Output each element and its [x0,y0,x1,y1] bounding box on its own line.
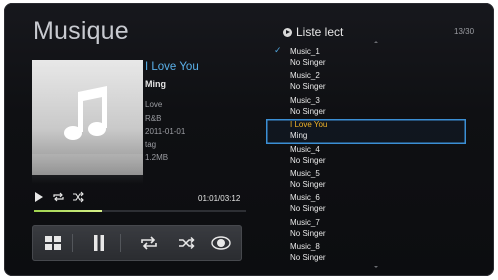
repeat-button[interactable] [138,233,160,253]
shuffle-button[interactable] [176,233,198,253]
playlist-item-title: Music_4 [290,144,320,154]
song-artist: Ming [145,79,166,89]
playlist-item-title: Music_8 [290,242,320,252]
playlist-item[interactable]: Music_7 No Singer [266,217,466,241]
playlist-item[interactable]: Music_8 No Singer [266,241,466,265]
song-tag: tag [145,140,157,149]
screen: Musique I Love You Ming Love R&B 2011-01… [0,0,498,280]
music-note-icon [64,86,107,140]
sound-mode-icon [211,236,231,250]
playlist-item-artist: No Singer [290,82,326,92]
playlist-item-artist: No Singer [290,253,326,263]
progress-fill [34,210,102,212]
playlist-item[interactable]: Music_3 No Singer [266,95,466,119]
playlist-count: 13/30 [454,27,475,36]
play-status-icon [35,192,43,202]
song-title: I Love You [145,61,199,73]
playlist-item-artist: No Singer [290,155,326,165]
playlist-item-title: Music_5 [290,168,320,178]
playlist-item-title: Music_2 [290,71,320,81]
playlist: ✓ Music_1 No Singer Music_2 No Singer Music_3… [266,46,466,266]
playlist-item-artist: No Singer [290,204,326,214]
album-art-reflection [32,154,143,184]
now-playing-check-icon: ✓ [274,46,282,56]
playlist-item-artist: No Singer [290,179,326,189]
grid-menu-icon [45,236,61,250]
playlist-item[interactable]: Music_6 No Singer [266,192,466,216]
song-genre-primary: Love [145,100,163,109]
song-date: 2011-01-01 [145,127,186,136]
playlist-item[interactable]: Music_4 No Singer [266,144,466,168]
menu-button[interactable] [42,233,64,253]
playlist-play-icon [283,28,292,37]
progress-bar[interactable] [34,210,246,212]
playlist-item-artist: No Singer [290,106,326,116]
playlist-item-artist: Ming [290,131,308,141]
playlist-item-artist: No Singer [290,58,326,67]
shuffle-icon [179,236,195,250]
tv-frame: Musique I Love You Ming Love R&B 2011-01… [4,3,494,276]
playlist-title: Liste lect [296,25,344,39]
playlist-item[interactable]: Music_2 No Singer [266,70,466,94]
scroll-up-icon[interactable] [374,41,378,43]
sound-mode-button[interactable] [210,233,232,253]
page-title: Musique [33,17,129,45]
playlist-item-title: I Love You [290,120,328,130]
control-bar [32,225,242,261]
scroll-down-icon[interactable] [374,266,378,268]
shuffle-status-icon [73,191,84,203]
song-genre-secondary: R&B [145,114,162,123]
playlist-item-artist: No Singer [290,228,326,238]
repeat-status-icon [53,192,64,202]
pause-button[interactable] [88,233,110,253]
playlist-item-title: Music_3 [290,95,320,105]
control-divider [120,234,121,252]
playlist-item[interactable]: Music_5 No Singer [266,168,466,192]
song-file-size: 1.2MB [145,153,169,162]
pause-icon [94,235,104,251]
repeat-icon [141,236,157,250]
playlist-item[interactable]: ✓ Music_1 No Singer [266,46,466,70]
playlist-item-title: Music_1 [290,47,320,56]
playlist-item-title: Music_7 [290,217,320,227]
control-divider [72,234,73,252]
playlist-item-selected[interactable]: I Love You Ming [266,119,466,144]
playback-time: 01:01/03:12 [198,194,241,203]
playlist-item-title: Music_6 [290,193,320,203]
